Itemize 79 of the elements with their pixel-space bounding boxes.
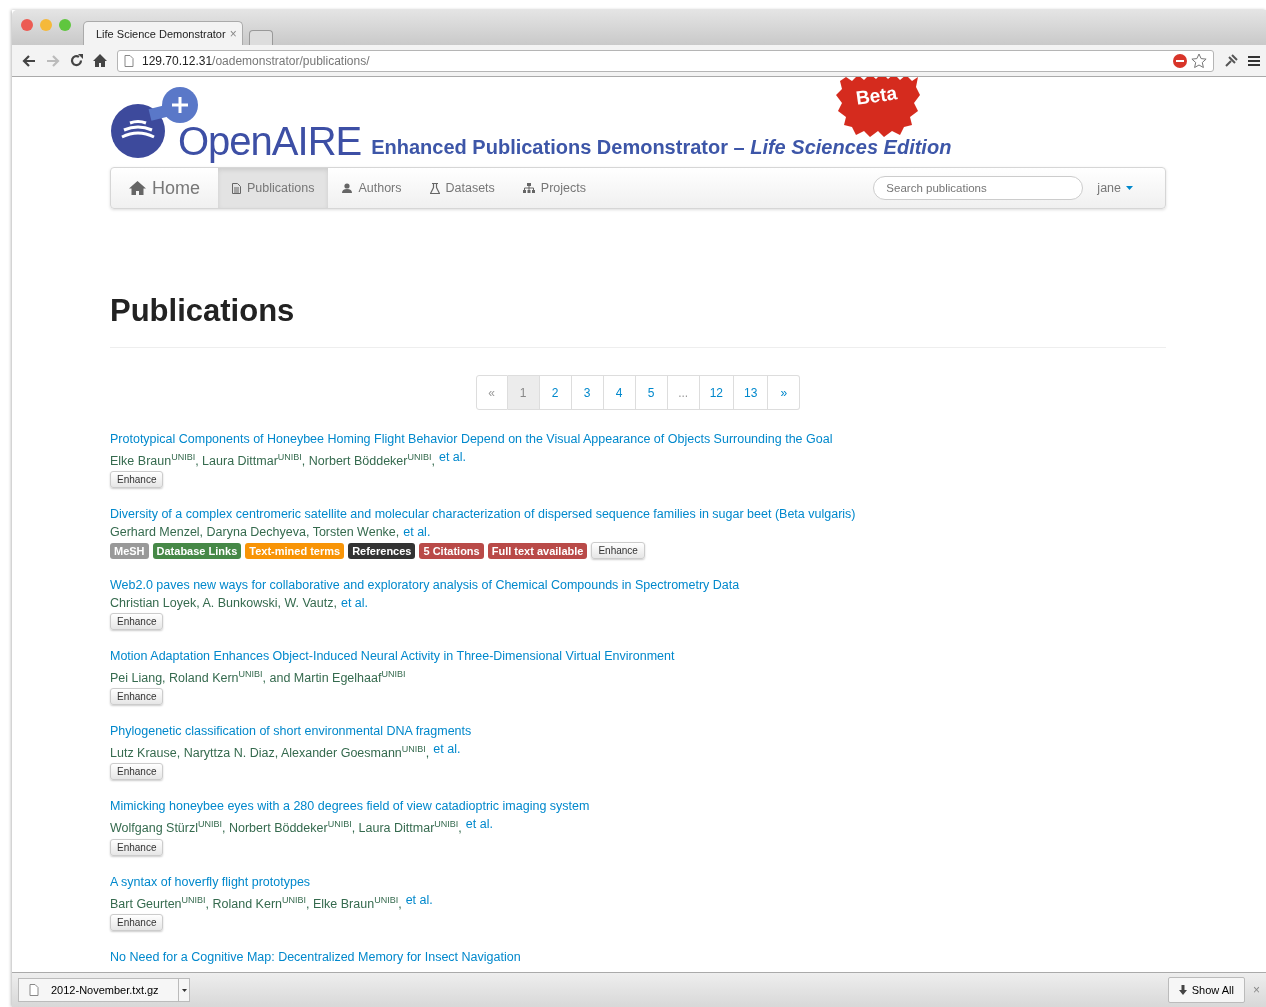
page-link[interactable]: 4: [603, 375, 636, 410]
et-al-link[interactable]: et al.: [465, 815, 493, 838]
enhance-button[interactable]: Enhance: [110, 913, 164, 931]
home-icon[interactable]: [93, 54, 107, 67]
author-list: Elke Braun$^{UNIBI}$, Laura Dittmar$^{UNIBI}$, Norbert Böddeker$^{UNIBI}$,: [110, 448, 435, 471]
home-icon: [129, 181, 146, 195]
page-link[interactable]: 12: [699, 375, 734, 410]
page-link[interactable]: 13: [734, 375, 769, 410]
tag-label: References: [348, 542, 416, 559]
page-link[interactable]: 1: [507, 375, 540, 410]
publication-title-link[interactable]: Motion Adaptation Enhances Object-Induced Neural Activity in Three-Dimensional Virtual Environment: [110, 647, 1166, 666]
publication-title-link[interactable]: Diversity of a complex centromeric satellite and molecular characterization of dispersed sequence families in sugar beet (Beta vulgaris): [110, 505, 1166, 524]
enhance-button[interactable]: Enhance: [110, 613, 164, 631]
page-link[interactable]: 5: [635, 375, 668, 410]
sitemap-icon: [522, 183, 535, 193]
logo-text: OpenAIRE: [178, 118, 362, 165]
page-link[interactable]: 3: [571, 375, 604, 410]
download-item[interactable]: 2012-November.txt.gz: [18, 978, 178, 1002]
publication-title-link[interactable]: No Need for a Cognitive Map: Decentralized Memory for Insect Navigation: [110, 947, 1166, 966]
menu-icon[interactable]: [1248, 54, 1260, 67]
page-link[interactable]: »: [768, 375, 801, 410]
close-download-bar-button[interactable]: ×: [1253, 983, 1260, 997]
tab-title: Life Science Demonstrator: [96, 27, 226, 40]
tag-label: MeSH: [110, 542, 149, 559]
tag-label: Text-mined terms: [245, 542, 345, 559]
enhance-button[interactable]: Enhance: [591, 542, 645, 560]
et-al-link[interactable]: et al.: [438, 448, 467, 471]
nav-link[interactable]: Publications: [218, 168, 329, 208]
author-list: Christian Loyek, A. Bunkowski, W. Vautz,: [110, 594, 337, 613]
search-field[interactable]: Search publications: [873, 176, 1084, 200]
pin-icon[interactable]: [1224, 53, 1238, 68]
enhance-button[interactable]: Enhance: [110, 838, 164, 856]
caret-icon: [1126, 186, 1133, 190]
download-icon: [1178, 985, 1187, 995]
document-icon: [232, 182, 241, 194]
publication-title-link[interactable]: A syntax of hoverfly flight prototypes: [110, 872, 1166, 891]
author-list: Pei Liang, Roland Kern$^{UNIBI}$, and Martin Egelhaaf$^{UNIBI}$: [110, 665, 406, 688]
publication-title-link[interactable]: Phylogenetic classification of short environmental DNA fragments: [110, 722, 1166, 741]
page-icon: [124, 54, 134, 67]
tag-label: Full text available: [487, 542, 588, 559]
reload-icon[interactable]: [70, 54, 83, 67]
nav-link[interactable]: Home: [111, 168, 218, 208]
file-icon: [29, 984, 39, 996]
user-menu[interactable]: jane: [1083, 168, 1165, 208]
address-bar[interactable]: 129.70.12.31/oademonstrator/publications/: [117, 49, 1214, 72]
author-list: Gerhard Menzel, Daryna Dechyeva, Torsten Wenke,: [110, 523, 400, 542]
tag-label: 5 Citations: [419, 542, 484, 559]
close-window-icon[interactable]: [21, 18, 33, 31]
site-subtitle: Enhanced Publications Demonstrator – Life Sciences Edition: [371, 136, 952, 159]
enhance-button[interactable]: Enhance: [110, 763, 164, 781]
caret-icon: [181, 988, 187, 992]
author-list: Lutz Krause, Naryttza N. Diaz, Alexander Goesmann$^{UNIBI}$,: [110, 740, 430, 763]
beta-badge: Beta: [836, 77, 920, 137]
enhance-button[interactable]: Enhance: [110, 688, 164, 706]
star-icon[interactable]: [1191, 52, 1207, 69]
page-link[interactable]: 2: [539, 375, 572, 410]
et-al-link[interactable]: et al.: [340, 594, 369, 613]
browser-tab[interactable]: Life Science Demonstrator ×: [83, 21, 243, 45]
stop-sign-icon[interactable]: [1173, 53, 1187, 68]
page-title: Publications: [110, 292, 296, 330]
tag-label: Database Links: [152, 542, 242, 559]
publication-title-link[interactable]: Prototypical Components of Honeybee Homing Flight Behavior Depend on the Visual Appearance of Objects Surrounding the Goal: [110, 430, 1166, 448]
author-list: Bart Geurten$^{UNIBI}$, Roland Kern$^{UNIBI}$, Elke Braun$^{UNIBI}$,: [110, 890, 402, 913]
download-menu-button[interactable]: [178, 978, 190, 1002]
show-all-button[interactable]: Show All: [1167, 977, 1245, 1003]
flask-icon: [429, 182, 440, 194]
et-al-link[interactable]: et al.: [403, 523, 431, 542]
nav-link[interactable]: Authors: [328, 168, 416, 208]
et-al-link[interactable]: et al.: [405, 890, 433, 913]
publication-title-link[interactable]: Mimicking honeybee eyes with a 280 degrees field of view catadioptric imaging system: [110, 797, 1166, 816]
enhance-button[interactable]: Enhance: [110, 471, 164, 489]
tab-close-button[interactable]: ×: [229, 26, 237, 41]
et-al-link[interactable]: et al.: [433, 740, 461, 763]
publication-title-link[interactable]: Web2.0 paves new ways for collaborative and exploratory analysis of Chemical Compounds in Spectrometry Data: [110, 576, 1166, 595]
nav-link[interactable]: Projects: [508, 168, 600, 208]
person-icon: [342, 183, 353, 193]
author-list: Wolfgang Stürzl$^{UNIBI}$, Norbert Böddeker$^{UNIBI}$, Laura Dittmar$^{UNIBI}$,: [110, 815, 462, 838]
back-icon[interactable]: [22, 54, 36, 67]
nav-link[interactable]: Datasets: [415, 168, 509, 208]
